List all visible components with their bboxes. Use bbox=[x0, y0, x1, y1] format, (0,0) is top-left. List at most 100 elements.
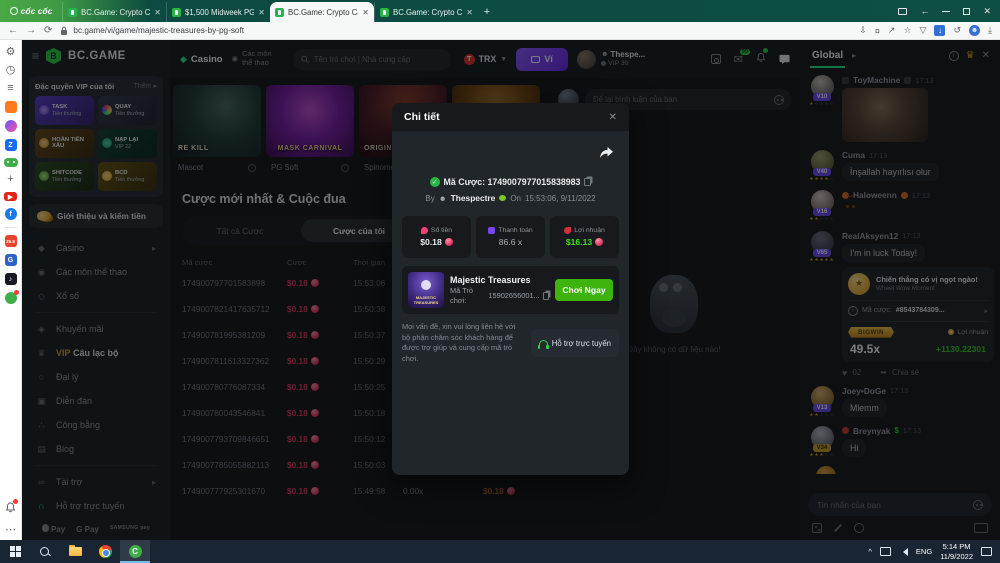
sync-icon[interactable]: ↺ bbox=[953, 25, 961, 36]
profit-icon bbox=[564, 227, 571, 234]
url-text: bc.game/vi/game/majestic-treasures-by-pg… bbox=[73, 26, 244, 35]
close-button[interactable]: ✕ bbox=[983, 6, 991, 17]
bet-datetime: 15:53:06, 9/11/2022 bbox=[525, 194, 596, 203]
taskbar-clock[interactable]: 5:14 PM11/9/2022 bbox=[940, 542, 973, 561]
share-icon[interactable]: ↗ bbox=[888, 25, 896, 36]
browser-tab-4[interactable]: BC.Game: Crypto Casino Gai✕ bbox=[374, 2, 478, 22]
money-icon bbox=[421, 227, 428, 234]
arrow-icon[interactable]: ← bbox=[920, 6, 929, 16]
network-icon[interactable] bbox=[880, 547, 891, 556]
reading-list-icon[interactable]: ≡ bbox=[7, 83, 13, 94]
browser-tab-2[interactable]: $1,500 Midweek PGSoft Mult✕ bbox=[166, 2, 270, 22]
hot-deals-icon[interactable] bbox=[5, 101, 17, 113]
tab-close-icon[interactable]: ✕ bbox=[154, 8, 161, 17]
games-icon[interactable] bbox=[4, 158, 18, 167]
hidden-icons-chevron[interactable]: ^ bbox=[868, 547, 872, 556]
history-icon[interactable]: ◷ bbox=[6, 65, 16, 76]
download-button[interactable]: ↓ bbox=[934, 25, 945, 36]
more-icon[interactable]: ⋯ bbox=[5, 525, 16, 536]
screen: cốc cốc BC.Game: Crypto Casino Gan✕ $1,5… bbox=[0, 0, 1000, 563]
volume-icon[interactable] bbox=[899, 548, 908, 556]
player-icon: ☻ bbox=[439, 194, 447, 203]
downloads-tray-icon[interactable]: ⤓ bbox=[988, 25, 992, 36]
verified-shield-icon: ✓ bbox=[430, 177, 440, 187]
browser-tab-1[interactable]: BC.Game: Crypto Casino Gan✕ bbox=[62, 2, 166, 22]
copy-icon[interactable] bbox=[543, 292, 549, 300]
language-indicator[interactable]: ENG bbox=[916, 547, 932, 556]
tiktok-icon[interactable]: ♪ bbox=[5, 273, 17, 285]
chrome-button[interactable] bbox=[90, 540, 120, 563]
coccoc-button[interactable]: C bbox=[120, 540, 150, 563]
divider bbox=[5, 227, 17, 228]
save-page-icon[interactable]: ⇩ bbox=[859, 25, 867, 36]
tab-close-icon[interactable]: ✕ bbox=[466, 8, 473, 17]
taskbar-search-button[interactable] bbox=[30, 540, 60, 563]
bcgame-favicon bbox=[275, 8, 284, 17]
live-support-button[interactable]: Hỗ trợ trực tuyến bbox=[531, 329, 619, 357]
action-center-icon[interactable] bbox=[981, 547, 992, 556]
window-controls: ← ✕ bbox=[898, 0, 1000, 22]
play-now-button[interactable]: Chơi Ngay bbox=[555, 279, 613, 301]
profile-avatar[interactable]: ☻ bbox=[969, 25, 980, 36]
reload-button[interactable]: ⟳ bbox=[44, 25, 52, 36]
game-name: Majestic Treasures bbox=[450, 275, 549, 287]
add-shortcut-button[interactable]: + bbox=[7, 174, 13, 185]
browser-tab-3-active[interactable]: BC.Game: Crypto Casino Gan✕ bbox=[270, 2, 374, 22]
modal-close-icon[interactable]: ✕ bbox=[609, 112, 617, 123]
facebook-icon[interactable]: f bbox=[5, 208, 17, 220]
system-tray: ^ ENG 5:14 PM11/9/2022 bbox=[868, 542, 1000, 561]
bet-id-label: Mã Cược: bbox=[444, 177, 485, 187]
bet-id-value: 1749007977015838983 bbox=[487, 177, 580, 187]
game-thumbnail[interactable]: MAJESTIC TREASURES bbox=[408, 272, 444, 308]
translate-icon[interactable]: ¤ bbox=[875, 26, 880, 36]
shopping-icon[interactable]: 25.8 bbox=[5, 235, 17, 247]
game-card: MAJESTIC TREASURES Majestic Treasures Mã… bbox=[402, 266, 619, 314]
tab-close-icon[interactable]: ✕ bbox=[258, 8, 265, 17]
bet-details-modal: Chi tiết ✕ ✓ Mã Cược: 174900797701583898… bbox=[392, 103, 629, 475]
gem-icon bbox=[595, 238, 603, 246]
forward-button[interactable]: → bbox=[26, 25, 36, 36]
messenger-icon[interactable] bbox=[5, 120, 17, 132]
game-portal-icon[interactable]: G bbox=[5, 254, 17, 266]
modal-title: Chi tiết bbox=[404, 111, 440, 123]
toolbar-icons: ⇩ ¤ ↗ ☆ ▽ ↓ ↺ ☻ ⤓ bbox=[859, 25, 992, 36]
stat-amount: Số tiền $0.18 bbox=[402, 216, 471, 258]
address-bar[interactable]: bc.game/vi/game/majestic-treasures-by-pg… bbox=[60, 26, 851, 36]
notification-dot bbox=[14, 290, 19, 295]
adblock-shield-icon[interactable]: ▽ bbox=[920, 25, 927, 36]
reading-mode-icon[interactable] bbox=[898, 8, 907, 15]
windows-taskbar: C ^ ENG 5:14 PM11/9/2022 bbox=[0, 540, 1000, 563]
coccoc-news-icon[interactable] bbox=[5, 292, 17, 304]
share-bet-icon[interactable] bbox=[599, 147, 613, 159]
gem-icon bbox=[445, 238, 453, 246]
start-button[interactable] bbox=[0, 540, 30, 563]
zalo-icon[interactable]: Z bbox=[5, 139, 17, 151]
maximize-button[interactable] bbox=[963, 8, 970, 15]
browser-side-rail: ⚙ ◷ ≡ Z + ▶ f 25.8 G ♪ ⋯ bbox=[0, 40, 22, 540]
settings-gear-icon[interactable]: ⚙ bbox=[6, 47, 16, 58]
headphones-icon bbox=[539, 340, 548, 347]
browser-toolbar: ← → ⟳ bc.game/vi/game/majestic-treasures… bbox=[0, 22, 1000, 40]
bcgame-favicon bbox=[380, 8, 389, 17]
stat-payout: Thanh toán 86.6 x bbox=[476, 216, 545, 258]
minimize-button[interactable] bbox=[942, 11, 950, 12]
bcgame-page: ≡ B BC.GAME Đặc quyền VIP của tôi Thêm ▸… bbox=[22, 40, 1000, 540]
lock-icon bbox=[60, 26, 68, 36]
player-name[interactable]: Thespectre bbox=[451, 193, 496, 203]
game-id: 15902656001... bbox=[488, 291, 539, 301]
bookmark-star-icon[interactable]: ☆ bbox=[903, 25, 911, 36]
wallet-icon bbox=[488, 227, 495, 234]
youtube-icon[interactable]: ▶ bbox=[4, 192, 17, 201]
copy-icon[interactable] bbox=[584, 178, 591, 186]
tab-close-icon[interactable]: ✕ bbox=[362, 8, 369, 17]
coccoc-brand-text: cốc cốc bbox=[21, 6, 53, 16]
support-note: Mọi vấn đề, xin vui lòng liên hệ với bộ … bbox=[402, 322, 525, 365]
bcgame-favicon bbox=[68, 8, 77, 17]
notifications-bell[interactable] bbox=[5, 500, 16, 518]
file-explorer-button[interactable] bbox=[60, 540, 90, 563]
coccoc-cup-icon bbox=[10, 7, 18, 15]
new-tab-button[interactable]: + bbox=[478, 2, 496, 22]
browser-tabbar: cốc cốc BC.Game: Crypto Casino Gan✕ $1,5… bbox=[0, 0, 1000, 22]
back-button[interactable]: ← bbox=[8, 25, 18, 36]
coccoc-logo[interactable]: cốc cốc bbox=[0, 0, 62, 22]
